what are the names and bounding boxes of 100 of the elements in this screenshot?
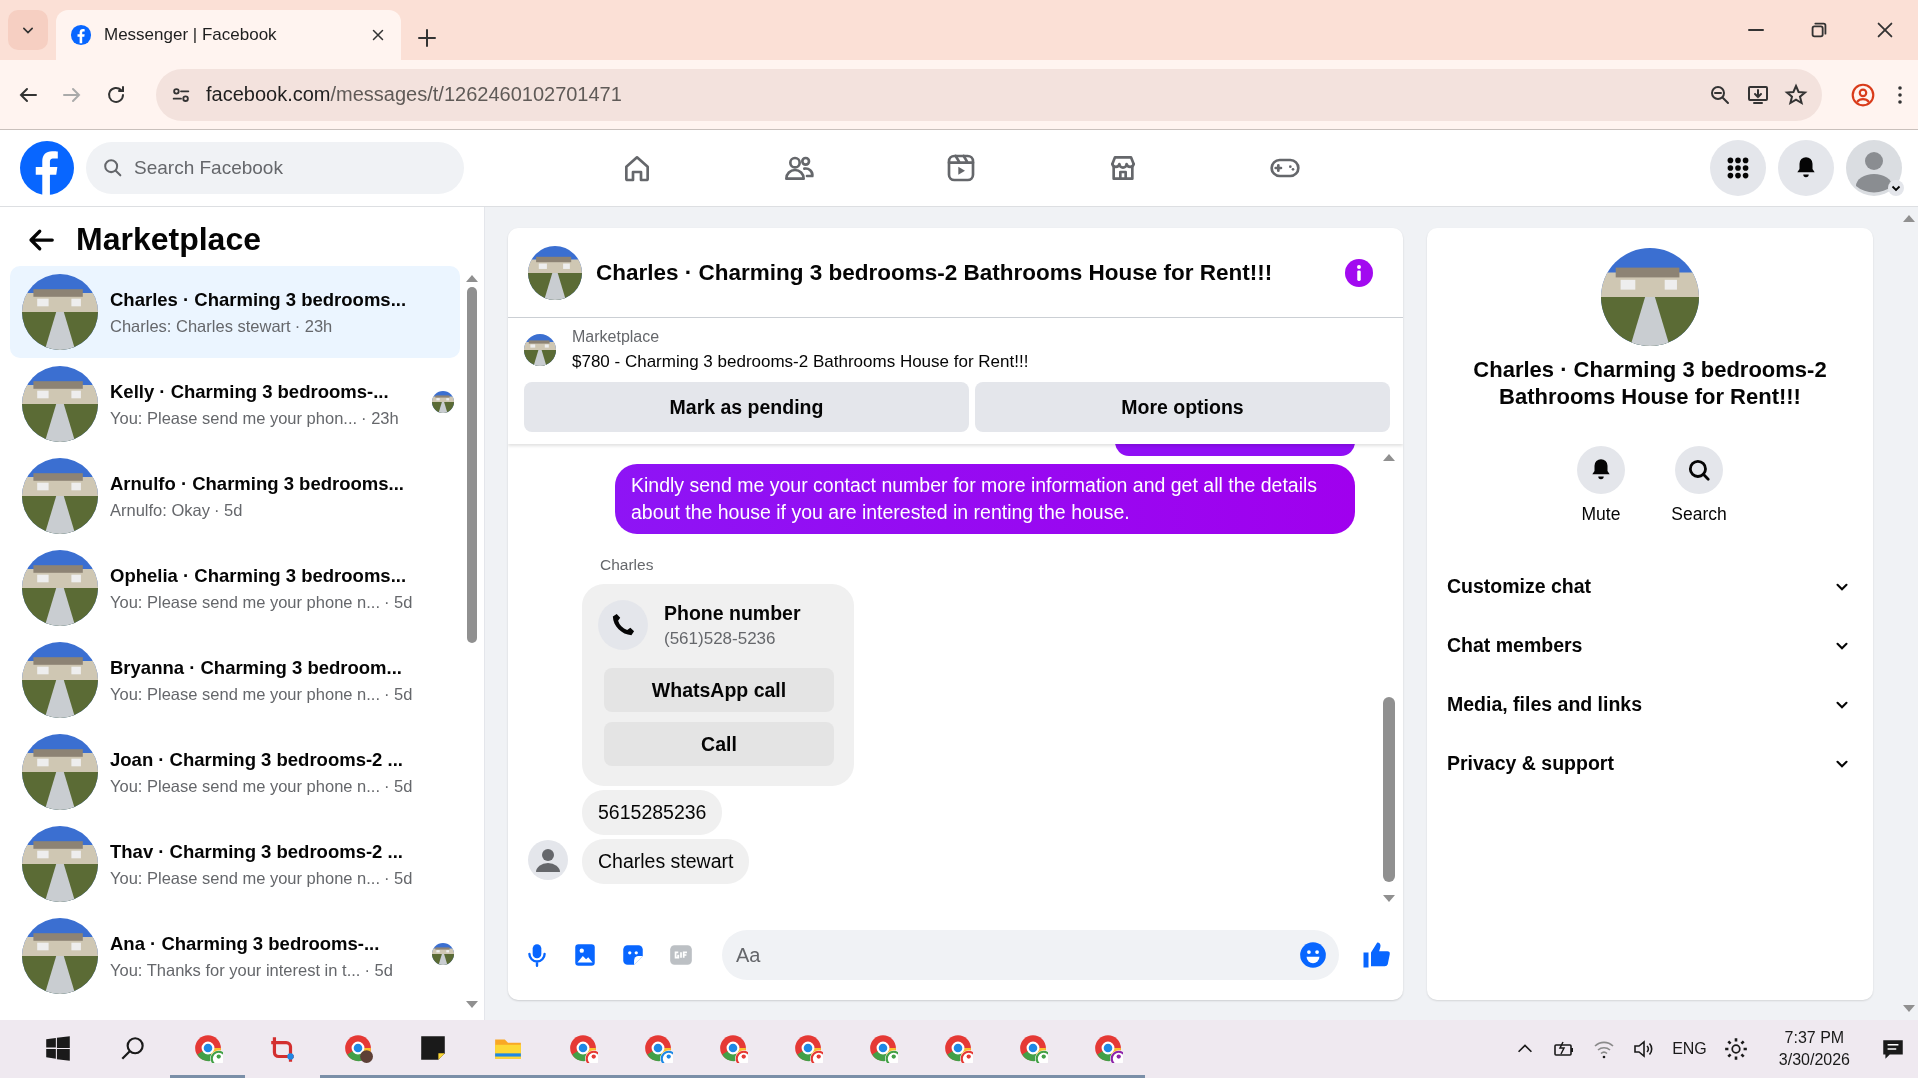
settings-icon [1722, 1036, 1749, 1062]
chat-title: Charles · Charming 3 bedrooms-2 Bathrooms House for Rent!!! [596, 259, 1274, 286]
call-button[interactable]: WhatsApp call [604, 668, 834, 712]
search-icon [102, 157, 124, 179]
search-field[interactable]: Search Facebook [86, 142, 464, 194]
conversation-title: Joan · Charming 3 bedrooms-2 ... [110, 748, 404, 771]
scroll-down-icon [1902, 1004, 1916, 1014]
message-preview: You: Thanks for your interest in t... [110, 960, 361, 980]
conversation-item[interactable]: Kelly · Charming 3 bedrooms-... You: Please send me your phon... · 23h [10, 358, 460, 450]
conversation-item[interactable]: Arnulfo · Charming 3 bedrooms... Arnulfo: Okay · 5d [10, 450, 460, 542]
message-preview: Arnulfo: Okay [110, 500, 210, 520]
new-tab-icon [415, 26, 439, 50]
message-time: · 5d [384, 684, 413, 704]
video-icon [945, 152, 977, 184]
phone-number: (561)528-5236 [664, 628, 777, 649]
listing-title: $780 - Charming 3 bedrooms-2 Bathrooms House for Rent!!! [572, 352, 1029, 372]
conversation-title: Ophelia · Charming 3 bedrooms... [110, 564, 408, 587]
browser-icon [867, 1032, 898, 1063]
browser-icon [192, 1032, 223, 1063]
tab-title: Messenger | Facebook [104, 25, 278, 45]
scrollbar-thumb[interactable] [467, 287, 477, 643]
browser-icon [567, 1032, 598, 1063]
info-icon [1345, 258, 1373, 287]
scrollbar-thumb[interactable] [1383, 697, 1395, 882]
conversation-item[interactable]: Ana · Charming 3 bedrooms-... You: Thanks for your interest in t... · 5d [10, 910, 460, 1002]
call-button[interactable]: Call [604, 722, 834, 766]
emoji-icon [1299, 941, 1327, 969]
facebook-logo-icon [20, 141, 74, 195]
browser-icon [942, 1032, 973, 1063]
action-button[interactable]: Mute [1567, 446, 1635, 525]
action-button[interactable]: Mark as pending [524, 382, 969, 432]
message-preview: You: Please send me your phone n... [110, 776, 380, 796]
message-time: · 23h [294, 316, 333, 336]
message-input[interactable]: Aa [722, 930, 1339, 980]
conversation-item[interactable]: Bryanna · Charming 3 bedroom... You: Please send me your phone n... · 5d [10, 634, 460, 726]
message-time: · 5d [364, 960, 393, 980]
message-time: · 5d [213, 500, 243, 520]
conversation-item[interactable]: Charles · Charming 3 bedrooms... Charles: Charles stewart · 23h [10, 266, 460, 358]
chevron-down-icon [1888, 180, 1904, 196]
sender-name: Charles [600, 556, 655, 574]
profile-avatar-icon [1846, 140, 1902, 196]
browser-icon [342, 1032, 373, 1063]
url-text: facebook.com/messages/t/1262460102701471 [206, 83, 623, 106]
message-preview: You: Please send me your phon... [110, 408, 358, 428]
message-preview: You: Please send me your phone n... [110, 592, 380, 612]
conversation-item[interactable]: Ophelia · Charming 3 bedrooms... You: Please send me your phone n... · 5d [10, 542, 460, 634]
action-button[interactable]: Search [1665, 446, 1733, 525]
browser-icon [642, 1032, 673, 1063]
section-header[interactable]: Media, files and links [1447, 675, 1853, 734]
sticker-icon [620, 942, 646, 968]
avatar-photo [528, 245, 582, 300]
clock[interactable]: 7:37 PM 3/30/2026 [1778, 1029, 1850, 1069]
scroll-up-icon [1902, 213, 1916, 223]
card-title: Phone number [664, 601, 801, 625]
search-icon [1686, 457, 1712, 483]
conversation-title: Bryanna · Charming 3 bedroom... [110, 656, 403, 679]
action-button[interactable]: More options [975, 382, 1390, 432]
browser-tab[interactable]: Messenger | Facebook [56, 10, 401, 60]
conversation-title: Ana · Charming 3 bedrooms-... [110, 932, 381, 955]
minimize-icon [1748, 29, 1764, 31]
conversation-item[interactable]: Joan · Charming 3 bedrooms-2 ... You: Please send me your phone n... · 5d [10, 726, 460, 818]
scroll-down-icon [465, 1000, 479, 1010]
menu-button[interactable] [1710, 140, 1766, 196]
language-indicator[interactable]: ENG [1672, 1040, 1707, 1058]
thumbs-up-icon [1361, 940, 1391, 970]
message-time: · 5d [384, 868, 413, 888]
page-title: Marketplace [76, 221, 261, 258]
message-time: · 5d [384, 592, 413, 612]
address-bar[interactable]: facebook.com/messages/t/1262460102701471 [156, 68, 1822, 121]
gif-icon [668, 942, 694, 968]
star-icon [1784, 82, 1808, 107]
scroll-up-icon [1382, 452, 1396, 462]
conversation-item[interactable]: Thav · Charming 3 bedrooms-2 ... You: Please send me your phone n... · 5d [10, 818, 460, 910]
scroll-up-icon [465, 273, 479, 283]
message-preview: You: Please send me your phone n... [110, 868, 380, 888]
conversation-name: Charles · Charming 3 bedrooms-2 Bathrooms House for Rent!!! [1472, 356, 1828, 410]
browser-icon [1017, 1032, 1048, 1063]
notifications-button[interactable] [1778, 140, 1834, 196]
sent-message: Kindly send me your contact number for more information and get all the details about the house if you are interested in renting the house. [615, 464, 1355, 534]
listing-source: Marketplace [572, 328, 661, 346]
browser-icon [1092, 1032, 1123, 1063]
conversation-title: Arnulfo · Charming 3 bedrooms... [110, 472, 405, 495]
scroll-down-icon [1382, 894, 1396, 904]
section-header[interactable]: Privacy & support [1447, 734, 1853, 793]
message-time: · 23h [361, 408, 399, 428]
section-header[interactable]: Chat members [1447, 616, 1853, 675]
browser-icon [792, 1032, 823, 1063]
received-message: Charles stewart [582, 839, 750, 884]
received-message: 5615285236 [582, 790, 723, 835]
conversation-title: Thav · Charming 3 bedrooms-2 ... [110, 840, 404, 863]
section-header[interactable]: Customize chat [1447, 557, 1853, 616]
message-time: · 5d [384, 776, 413, 796]
browser-icon [717, 1032, 748, 1063]
conversation-title: Charles · Charming 3 bedrooms... [110, 288, 408, 311]
more-icon [1898, 85, 1902, 104]
image-icon [572, 942, 598, 968]
grid-icon [1725, 155, 1751, 181]
profile-icon [1850, 81, 1876, 108]
conversation-title: Kelly · Charming 3 bedrooms-... [110, 380, 390, 403]
listing-photo [524, 334, 556, 366]
